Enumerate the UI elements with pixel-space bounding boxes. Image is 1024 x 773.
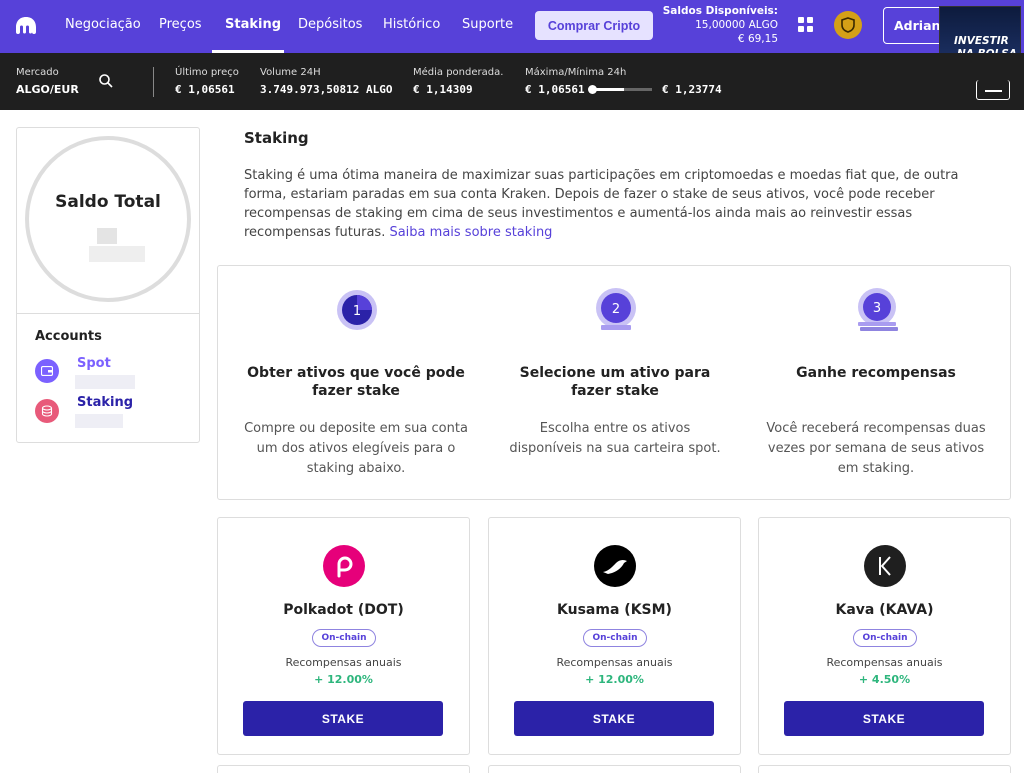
kava-k-icon [864,545,906,587]
volume-value: 3.749.973,50812 ALGO [260,83,393,96]
total-balance-title: Saldo Total [55,192,161,212]
available-balances[interactable]: Saldos Disponíveis: 15,00000 ALGO € 69,1… [663,4,778,46]
buy-crypto-button[interactable]: Comprar Cripto [535,11,653,40]
asset-name: Kava (KAVA) [835,602,934,618]
blurred-balance [75,414,123,428]
staking-intro: Staking é uma ótima maneira de maximizar… [244,166,984,242]
stake-kava-button[interactable]: STAKE [784,701,984,736]
range-low-value: € 1,06561 [525,83,585,96]
intro-text: Staking é uma ótima maneira de maximizar… [244,168,959,240]
coins-stack-icon [35,399,59,423]
kraken-logo-icon[interactable] [14,15,38,35]
security-shield-icon[interactable] [834,11,862,39]
step-1-title: Obter ativos que você pode fazer stake [247,365,465,399]
account-staking-link[interactable]: Staking [77,395,133,410]
apps-grid-icon[interactable] [798,17,813,32]
step-2-desc: Escolha entre os ativos disponíveis na s… [509,421,721,456]
account-spot-link[interactable]: Spot [77,356,111,371]
kusama-bird-icon [594,545,636,587]
asset-card-dot: Polkadot (DOT) On-chain Recompensas anua… [217,517,470,755]
top-navigation-bar: Negociação Preços Staking Depósitos Hist… [0,0,1024,86]
last-price-label: Último preço [175,67,239,78]
stake-dot-button[interactable]: STAKE [243,701,443,736]
asset-name: Polkadot (DOT) [283,602,404,618]
balances-title: Saldos Disponíveis: [662,5,778,17]
step-1-number: 1 [353,304,361,319]
ticker-divider [153,67,154,97]
search-icon[interactable] [98,73,114,89]
step-3-number: 3 [873,301,881,316]
range-label: Máxima/Mínima 24h [525,67,627,78]
blurred-balance [97,228,117,244]
asset-card-partial [488,765,741,773]
market-pair[interactable]: ALGO/EUR [16,83,79,96]
market-label: Mercado [16,67,59,78]
balance-algo: 15,00000 ALGO [695,19,778,31]
balance-eur: € 69,15 [737,33,778,45]
range-marker [588,85,597,94]
sidebar-divider [17,313,199,314]
learn-more-link[interactable]: Saiba mais sobre staking [389,225,552,240]
nav-staking[interactable]: Staking [225,17,281,32]
nav-support[interactable]: Suporte [462,17,513,32]
step-2-badge-icon: 2 [596,288,636,330]
hamburger-menu-icon[interactable] [976,80,1010,100]
vwap-label: Média ponderada. [413,67,504,78]
reward-value: + 4.50% [858,673,911,686]
step-3-desc: Você receberá recompensas duas vezes por… [766,421,986,476]
asset-name: Kusama (KSM) [557,602,672,618]
reward-label: Recompensas anuais [285,656,402,669]
step-3: 3 Ganhe recompensas Você receberá recomp… [744,266,1008,501]
balance-sidebar: Saldo Total Accounts Spot Staking [16,127,200,443]
polkadot-icon [323,545,365,587]
step-1: 1 Obter ativos que você pode fazer stake… [224,266,488,501]
last-price-value: € 1,06561 [175,83,235,96]
asset-card-partial [217,765,470,773]
volume-label: Volume 24H [260,67,321,78]
on-chain-badge: On-chain [312,629,376,647]
asset-card-ksm: Kusama (KSM) On-chain Recompensas anuais… [488,517,741,755]
reward-label: Recompensas anuais [556,656,673,669]
range-bar [590,88,652,91]
page-title: Staking [244,129,309,147]
step-3-title: Ganhe recompensas [796,365,956,381]
step-1-badge-icon: 1 [337,290,377,330]
on-chain-badge: On-chain [853,629,917,647]
nav-trade[interactable]: Negociação [65,17,141,32]
reward-value: + 12.00% [314,673,373,686]
accounts-title: Accounts [35,329,102,344]
step-1-desc: Compre ou deposite em sua conta um dos a… [244,421,468,476]
stake-ksm-button[interactable]: STAKE [514,701,714,736]
total-balance-ring: Saldo Total [25,136,191,302]
range-high-value: € 1,23774 [662,83,722,96]
nav-history[interactable]: Histórico [383,17,440,32]
step-2: 2 Selecione um ativo para fazer stake Es… [483,266,747,501]
reward-label: Recompensas anuais [826,656,943,669]
reward-value: + 12.00% [585,673,644,686]
nav-deposits[interactable]: Depósitos [298,17,362,32]
step-3-badge-icon: 3 [858,288,898,331]
step-2-title: Selecione um ativo para fazer stake [519,365,711,399]
vwap-value: € 1,14309 [413,83,473,96]
market-ticker-bar: Mercado ALGO/EUR Último preço € 1,06561 … [0,53,1024,110]
watermark-line-1: INVESTIR [954,35,1009,47]
wallet-icon [35,359,59,383]
steps-panel: 1 Obter ativos que você pode fazer stake… [217,265,1011,500]
blurred-balance [75,375,135,389]
asset-card-partial [758,765,1011,773]
nav-prices[interactable]: Preços [159,17,202,32]
asset-card-kava: Kava (KAVA) On-chain Recompensas anuais … [758,517,1011,755]
blurred-balance [89,246,145,262]
step-2-number: 2 [612,302,620,317]
on-chain-badge: On-chain [583,629,647,647]
